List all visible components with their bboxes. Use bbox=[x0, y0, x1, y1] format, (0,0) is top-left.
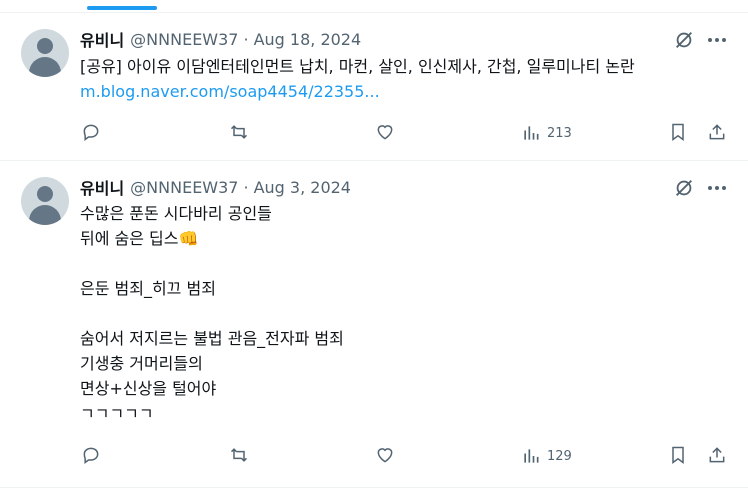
user-name[interactable]: 유비니 bbox=[80, 175, 124, 199]
share-icon bbox=[709, 447, 725, 463]
share-icon bbox=[709, 124, 725, 140]
user-name[interactable]: 유비니 bbox=[80, 27, 124, 51]
avatar[interactable] bbox=[21, 29, 69, 77]
bookmark-icon bbox=[672, 123, 684, 141]
tweet-text-line: 면상+신상을 털어야 bbox=[80, 379, 217, 398]
reply-icon bbox=[83, 447, 99, 464]
tweet[interactable]: 유비니 @NNNEEW37 · Aug 18, 2024 [공유] 아이유 이담… bbox=[0, 13, 748, 161]
share-button[interactable] bbox=[707, 122, 727, 142]
more-icon[interactable] bbox=[705, 177, 729, 199]
views-button[interactable]: 129 bbox=[521, 446, 572, 466]
separator: · bbox=[243, 177, 249, 197]
user-handle[interactable]: @NNNEEW37 bbox=[130, 30, 238, 49]
avatar[interactable] bbox=[21, 177, 69, 225]
user-handle[interactable]: @NNNEEW37 bbox=[130, 178, 238, 197]
tab-active-indicator bbox=[87, 6, 157, 10]
tweet-text-line: 기생충 거머리들의 bbox=[80, 354, 203, 373]
like-button[interactable] bbox=[375, 122, 395, 142]
retweet-icon bbox=[230, 448, 248, 462]
tweet-header: 유비니 @NNNEEW37 · Aug 3, 2024 bbox=[80, 175, 351, 199]
views-button[interactable]: 213 bbox=[521, 123, 572, 143]
views-count: 129 bbox=[547, 448, 572, 464]
grok-icon[interactable] bbox=[673, 29, 695, 51]
retweet-button[interactable] bbox=[229, 122, 249, 142]
tweet-text-line: 뒤에 숨은 딥스👊 bbox=[80, 229, 199, 248]
like-button[interactable] bbox=[375, 445, 395, 465]
bookmark-button[interactable] bbox=[668, 445, 688, 465]
heart-icon bbox=[377, 448, 393, 463]
heart-icon bbox=[377, 125, 393, 140]
views-count: 213 bbox=[547, 125, 572, 141]
tweet-text: 수많은 푼돈 시다바리 공인들 뒤에 숨은 딥스👊 은둔 범죄_히끄 범죄 숨어… bbox=[80, 201, 344, 423]
reply-button[interactable] bbox=[81, 445, 101, 465]
tweet-date[interactable]: Aug 18, 2024 bbox=[254, 30, 362, 49]
views-icon bbox=[524, 449, 539, 463]
bookmark-icon bbox=[672, 446, 684, 464]
tweet-text-line bbox=[80, 251, 344, 276]
tweet-text-line: ㄱㄱㄱㄱㄱ bbox=[80, 404, 154, 423]
tweet-link[interactable]: m.blog.naver.com/soap4454/22355... bbox=[80, 82, 380, 101]
tweet-text: [공유] 아이유 이담엔터테인먼트 납치, 마컨, 살인, 인신제사, 간첩, … bbox=[80, 54, 635, 79]
retweet-icon bbox=[230, 125, 248, 139]
separator: · bbox=[243, 29, 249, 49]
tweet-text-line: [공유] 아이유 이담엔터테인먼트 납치, 마컨, 살인, 인신제사, 간첩, … bbox=[80, 57, 635, 76]
tweet-text-line: 숨어서 저지르는 불법 관음_전자파 범죄 bbox=[80, 329, 344, 348]
retweet-button[interactable] bbox=[229, 445, 249, 465]
reply-icon bbox=[83, 124, 99, 141]
tweet-header: 유비니 @NNNEEW37 · Aug 18, 2024 bbox=[80, 27, 361, 51]
reply-button[interactable] bbox=[81, 122, 101, 142]
bookmark-button[interactable] bbox=[668, 122, 688, 142]
grok-icon[interactable] bbox=[673, 177, 695, 199]
tweet-text-line: 수많은 푼돈 시다바리 공인들 bbox=[80, 204, 272, 223]
share-button[interactable] bbox=[707, 445, 727, 465]
views-icon bbox=[524, 126, 539, 140]
tweet[interactable]: 유비니 @NNNEEW37 · Aug 3, 2024 수많은 푼돈 시다바리 … bbox=[0, 161, 748, 488]
tweet-text-line bbox=[80, 301, 344, 326]
more-icon[interactable] bbox=[705, 29, 729, 51]
tweet-text-line: 은둔 범죄_히끄 범죄 bbox=[80, 279, 216, 298]
tweet-date[interactable]: Aug 3, 2024 bbox=[254, 178, 351, 197]
